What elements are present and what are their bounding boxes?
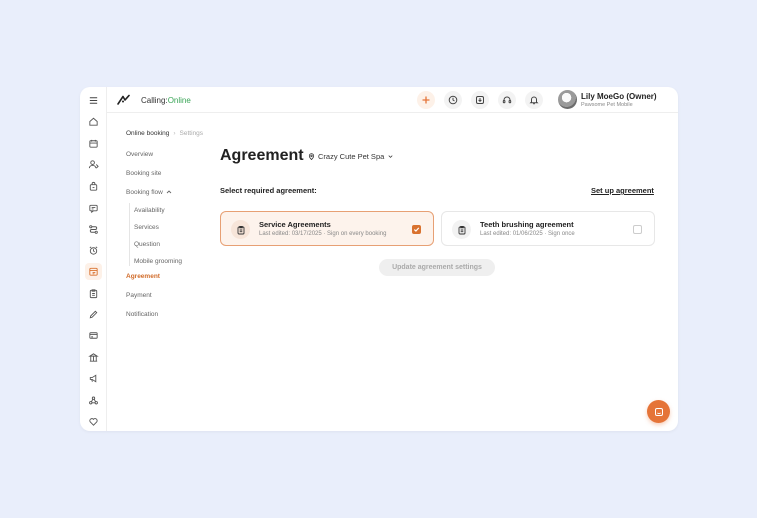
agreement-checkbox[interactable] [633,225,642,234]
chat-icon [654,407,663,416]
side-rail [80,87,107,431]
calling-label: Calling: [141,96,168,105]
nav-notification[interactable]: Notification [126,311,158,318]
calendar-icon[interactable] [85,135,102,152]
user-name[interactable]: Lily MoeGo (Owner) [581,92,657,101]
plus-icon [422,96,430,104]
nav-overview[interactable]: Overview [126,151,153,158]
agreement-title: Service Agreements [259,220,331,229]
alarm-icon[interactable] [85,242,102,259]
agreement-card-service[interactable]: Service Agreements Last edited: 03/17/20… [220,211,434,246]
agreement-checkbox[interactable] [412,225,421,234]
update-agreement-settings-button[interactable]: Update agreement settings [379,259,495,276]
breadcrumb-online-booking[interactable]: Online booking [126,130,169,137]
notifications-button[interactable] [525,91,543,109]
nav-subgroup-line [129,203,130,266]
reports-icon[interactable] [85,349,102,366]
store-icon[interactable] [85,178,102,195]
integrations-icon[interactable] [85,392,102,409]
add-button[interactable] [417,91,435,109]
agreement-subtitle: Last edited: 01/06/2025 · Sign once [480,231,575,237]
chat-button[interactable] [647,400,670,423]
bell-icon [529,96,539,105]
top-bar: Calling:Online Lily MoeGo (Owner) Pawsom… [107,87,678,113]
clock-icon [448,95,458,105]
home-icon[interactable] [85,113,102,130]
setup-agreement-link[interactable]: Set up agreement [591,186,654,195]
nav-agreement[interactable]: Agreement [126,273,160,280]
clipboard-icon[interactable] [85,285,102,302]
business-name: Pawsome Pet Mobile [581,102,633,108]
headset-icon [502,96,512,104]
brand-logo-icon [117,94,130,105]
history-button[interactable] [444,91,462,109]
location-name: Crazy Cute Pet Spa [318,152,385,161]
clients-icon[interactable] [85,156,102,173]
menu-icon[interactable] [85,92,102,109]
breadcrumb: Online booking › Settings [126,130,203,137]
screen-background: Calling:Online Lily MoeGo (Owner) Pawsom… [0,0,757,518]
payment-icon[interactable] [85,327,102,344]
nav-booking-site[interactable]: Booking site [126,170,161,177]
clipboard-icon [231,220,250,239]
agreement-title: Teeth brushing agreement [480,220,574,229]
agreement-card-teeth[interactable]: Teeth brushing agreement Last edited: 01… [441,211,655,246]
calling-online-status: Online [167,96,191,105]
nav-booking-flow-label: Booking flow [126,189,163,196]
support-button[interactable] [498,91,516,109]
location-pin-icon [308,153,315,160]
heart-icon[interactable] [85,413,102,430]
select-agreement-label: Select required agreement: [220,186,317,195]
online-booking-icon[interactable] [85,263,102,280]
nav-availability[interactable]: Availability [134,207,165,214]
nav-payment[interactable]: Payment [126,292,152,299]
download-button[interactable] [471,91,489,109]
nav-services[interactable]: Services [134,224,159,231]
clipboard-icon [452,220,471,239]
download-icon [476,96,484,104]
nav-booking-flow[interactable]: Booking flow [126,189,172,196]
message-icon[interactable] [85,200,102,217]
page-title: Agreement [220,147,304,164]
app-window: Calling:Online Lily MoeGo (Owner) Pawsom… [80,87,678,431]
nav-question[interactable]: Question [134,241,160,248]
pen-icon[interactable] [85,306,102,323]
location-selector[interactable]: Crazy Cute Pet Spa [308,152,394,161]
avatar[interactable] [558,90,577,109]
calling-status[interactable]: Calling:Online [141,96,191,105]
nav-mobile-grooming[interactable]: Mobile grooming [134,258,182,265]
route-icon[interactable] [85,221,102,238]
breadcrumb-settings: Settings [179,130,204,137]
chevron-down-icon [388,155,393,158]
marketing-icon[interactable] [85,370,102,387]
chevron-up-icon [166,190,172,194]
checkmark-icon [413,227,420,232]
chevron-right-icon: › [173,130,176,137]
agreement-subtitle: Last edited: 03/17/2025 · Sign on every … [259,231,387,237]
